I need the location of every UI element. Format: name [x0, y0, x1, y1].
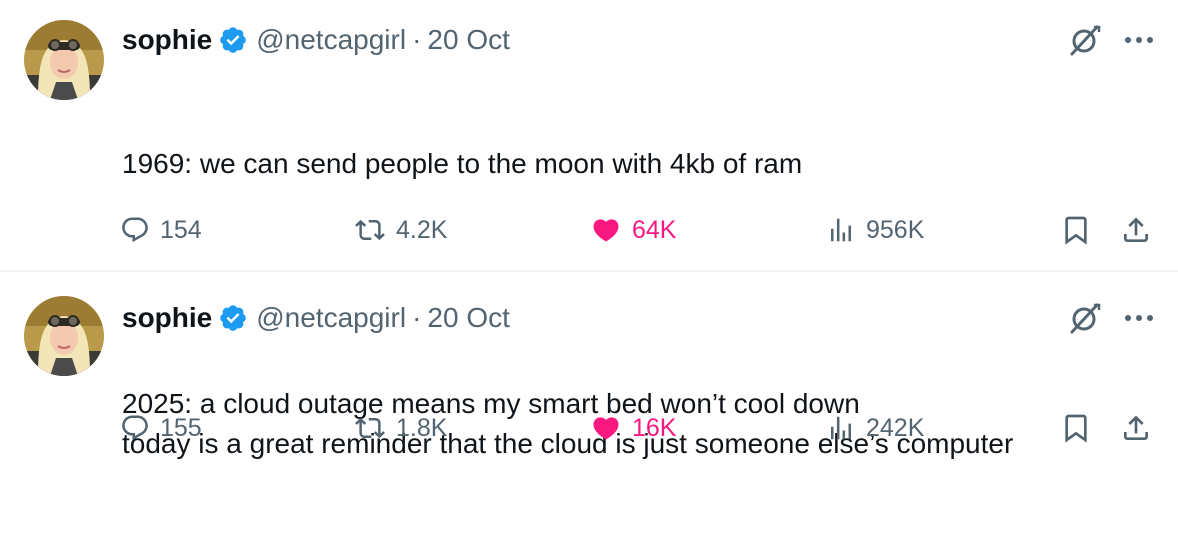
- repost-count: 1.8K: [396, 413, 448, 442]
- reply-bubble-icon: [122, 217, 148, 243]
- tweet-header: sophie @netcapgirl · 20 Oct: [122, 22, 510, 58]
- heart-icon: [593, 219, 619, 242]
- handle[interactable]: @netcapgirl: [256, 24, 406, 56]
- repost-arrows-icon: [355, 219, 385, 241]
- view-count: 956K: [866, 215, 925, 244]
- display-name[interactable]: sophie: [122, 24, 212, 56]
- tweet-text-line: 1969: we can send people to the moon wit…: [122, 148, 803, 179]
- tweet[interactable]: sophie @netcapgirl · 20 Oct today is a g…: [0, 272, 1178, 462]
- view-count: 242K: [866, 413, 925, 442]
- tweet[interactable]: sophie @netcapgirl · 20 Oct 1969: we can…: [0, 0, 1178, 419]
- repost-arrows-icon: [355, 417, 385, 439]
- views-bar-chart-icon: [831, 416, 851, 440]
- avatar[interactable]: [24, 20, 104, 100]
- separator-dot: ·: [412, 302, 422, 333]
- repost-button[interactable]: 1.8K: [354, 408, 447, 448]
- bookmark-button[interactable]: [1060, 408, 1092, 448]
- verified-badge-icon[interactable]: [218, 25, 248, 55]
- views-button[interactable]: 242K: [826, 408, 924, 448]
- reply-button[interactable]: 154: [120, 210, 202, 250]
- repost-button[interactable]: 4.2K: [354, 210, 447, 250]
- reply-count: 154: [160, 215, 202, 244]
- repost-count: 4.2K: [396, 215, 448, 244]
- share-upload-icon: [1124, 415, 1148, 440]
- reply-button[interactable]: 155: [120, 408, 202, 448]
- verified-badge-icon[interactable]: [218, 303, 248, 333]
- more-dots-icon[interactable]: [1122, 308, 1156, 328]
- views-bar-chart-icon: [831, 218, 851, 242]
- avatar-image: [24, 20, 104, 100]
- tweet-actions: 155 1.8K 16K 242K: [0, 408, 1178, 448]
- tweet-date[interactable]: 20 Oct: [427, 302, 509, 334]
- more-dots-icon[interactable]: [1122, 30, 1156, 50]
- like-button[interactable]: 64K: [590, 210, 676, 250]
- bookmark-icon: [1065, 216, 1087, 245]
- grok-slash-icon[interactable]: [1064, 298, 1104, 338]
- heart-icon: [593, 417, 619, 440]
- views-button[interactable]: 956K: [826, 210, 924, 250]
- separator-dot: ·: [412, 24, 422, 55]
- tweet-actions: 154 4.2K 64K 956K: [0, 210, 1178, 250]
- tweet-date[interactable]: 20 Oct: [427, 24, 509, 56]
- avatar[interactable]: [24, 296, 104, 376]
- avatar-image: [24, 296, 104, 376]
- bookmark-icon: [1065, 414, 1087, 443]
- share-upload-icon: [1124, 217, 1148, 242]
- grok-slash-icon[interactable]: [1064, 20, 1104, 60]
- handle[interactable]: @netcapgirl: [256, 302, 406, 334]
- reply-count: 155: [160, 413, 202, 442]
- share-button[interactable]: [1120, 408, 1152, 448]
- display-name[interactable]: sophie: [122, 302, 212, 334]
- tweet-header: sophie @netcapgirl · 20 Oct: [122, 300, 510, 336]
- share-button[interactable]: [1120, 210, 1152, 250]
- bookmark-button[interactable]: [1060, 210, 1092, 250]
- like-button[interactable]: 16K: [590, 408, 676, 448]
- like-count: 16K: [632, 413, 677, 442]
- like-count: 64K: [632, 215, 677, 244]
- reply-bubble-icon: [122, 415, 148, 441]
